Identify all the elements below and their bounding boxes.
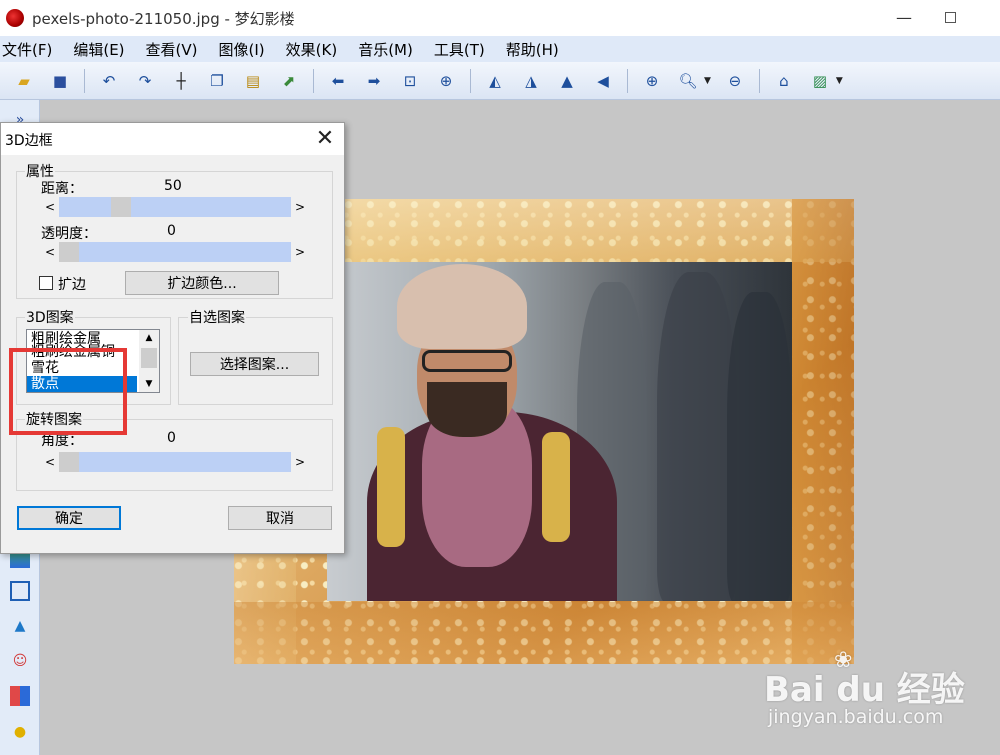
triangle-icon[interactable]: ▲ [10, 616, 30, 636]
rotate-icon[interactable]: ◀ [591, 69, 615, 93]
zoom-icon[interactable]: 🔍︎ [676, 69, 700, 93]
export-icon[interactable]: ⬈ [277, 69, 301, 93]
slider-left-arrow-icon[interactable]: < [41, 241, 59, 263]
menu-tools[interactable]: 工具(T) [434, 39, 485, 60]
menu-image[interactable]: 图像(I) [219, 39, 265, 60]
backpack-strap-right [542, 432, 570, 542]
angle-slider-track[interactable] [59, 452, 291, 472]
grid-icon[interactable] [10, 686, 30, 706]
undo-icon[interactable]: ↶ [97, 69, 121, 93]
save-icon[interactable]: ■ [48, 69, 72, 93]
capture-icon[interactable]: ⊕ [434, 69, 458, 93]
minimize-button[interactable]: — [882, 4, 926, 30]
slider-right-arrow-icon[interactable]: > [291, 241, 309, 263]
expand-checkbox[interactable] [39, 276, 53, 290]
zoom-out-icon[interactable]: ⊖ [723, 69, 747, 93]
opacity-slider[interactable]: < > [41, 241, 309, 263]
opacity-slider-thumb[interactable] [59, 242, 79, 262]
ok-button[interactable]: 确定 [17, 506, 121, 530]
window-title: pexels-photo-211050.jpg - 梦幻影楼 [32, 9, 295, 28]
border-3d-dialog: 3D边框 ✕ 属性 距离： 50 < > 透明度： 0 < > 扩边 扩边颜色.… [0, 122, 345, 554]
slider-right-arrow-icon[interactable]: > [291, 196, 309, 218]
watermark-url: jingyan.baidu.com [768, 706, 944, 728]
app-rose-icon [6, 9, 24, 27]
flip-left-icon[interactable]: ◭ [483, 69, 507, 93]
flip-right-icon[interactable]: ◮ [519, 69, 543, 93]
menu-music[interactable]: 音乐(M) [358, 39, 413, 60]
menu-help[interactable]: 帮助(H) [506, 39, 559, 60]
home-icon[interactable]: ⌂ [772, 69, 796, 93]
title-bar: pexels-photo-211050.jpg - 梦幻影楼 — [0, 0, 1000, 36]
zoom-in-icon[interactable]: ⊕ [640, 69, 664, 93]
background-person [657, 272, 737, 601]
menu-file[interactable]: 文件(F) [2, 39, 52, 60]
expand-label: 扩边 [58, 277, 86, 293]
redo-icon[interactable]: ↷ [133, 69, 157, 93]
mask-icon[interactable]: ☺ [10, 651, 30, 671]
distance-label: 距离： [41, 181, 83, 197]
person-beard [427, 382, 507, 437]
toolbar-separator [627, 68, 628, 93]
angle-value: 0 [167, 430, 176, 446]
angle-slider-thumb[interactable] [59, 452, 79, 472]
background-person [727, 292, 792, 601]
slider-left-arrow-icon[interactable]: < [41, 196, 59, 218]
distance-slider-track[interactable] [59, 197, 291, 217]
opacity-label: 透明度： [41, 226, 97, 242]
frame-right-border [792, 199, 854, 664]
scroll-up-icon[interactable]: ▲ [139, 330, 159, 346]
person-glasses [422, 350, 512, 372]
toolbar-separator [84, 68, 85, 93]
opacity-slider-track[interactable] [59, 242, 291, 262]
zoom-dropdown-icon[interactable]: ▼ [704, 76, 711, 86]
arrow-left-icon[interactable]: ⬅ [326, 69, 350, 93]
fit-window-icon[interactable]: ⊡ [398, 69, 422, 93]
image-dropdown-icon[interactable]: ▼ [836, 76, 843, 86]
mirror-icon[interactable]: ▲ [555, 69, 579, 93]
pattern-list-scrollbar[interactable]: ▲ ▼ [139, 330, 159, 392]
distance-value: 50 [164, 178, 182, 194]
annotation-highlight-box [9, 348, 127, 435]
frame-bottom-border [234, 602, 854, 664]
slider-right-arrow-icon[interactable]: > [291, 451, 309, 473]
custom-pattern-group-title: 自选图案 [188, 307, 246, 327]
angle-slider[interactable]: < > [41, 451, 309, 473]
menu-view[interactable]: 查看(V) [146, 39, 198, 60]
copy-icon[interactable]: ❐ [205, 69, 229, 93]
distance-slider-thumb[interactable] [111, 197, 131, 217]
open-folder-icon[interactable]: ▰ [12, 69, 36, 93]
maximize-button[interactable] [928, 4, 972, 30]
backpack-strap-left [377, 427, 405, 547]
toolbar-separator [470, 68, 471, 93]
toolbar-separator [758, 68, 760, 93]
select-pattern-button[interactable]: 选择图案... [190, 352, 319, 376]
crop-icon[interactable]: ┼ [169, 69, 193, 93]
arrow-right-icon[interactable]: ➡ [362, 69, 386, 93]
image-icon[interactable]: ▨ [808, 69, 832, 93]
scroll-down-icon[interactable]: ▼ [139, 376, 159, 392]
opacity-value: 0 [167, 223, 176, 239]
distance-slider[interactable]: < > [41, 196, 309, 218]
menu-edit[interactable]: 编辑(E) [73, 39, 124, 60]
dialog-title-bar: 3D边框 ✕ [1, 123, 344, 155]
maximize-icon [944, 11, 956, 23]
toolbar: ▰ ■ ↶ ↷ ┼ ❐ ▤ ⬈ ⬅ ➡ ⊡ ⊕ ◭ ◮ ▲ ◀ ⊕ 🔍︎ ▼ ⊖… [0, 62, 1000, 100]
watermark-logo: Bai du 经验 [764, 670, 965, 710]
frame-tool-icon[interactable] [10, 581, 30, 601]
pattern-group-title: 3D图案 [25, 307, 75, 327]
close-icon[interactable]: ✕ [311, 125, 339, 153]
paste-icon[interactable]: ▤ [241, 69, 265, 93]
photo [327, 262, 792, 601]
menu-bar: 文件(F) 编辑(E) 查看(V) 图像(I) 效果(K) 音乐(M) 工具(T… [0, 36, 1000, 62]
menu-effects[interactable]: 效果(K) [286, 39, 338, 60]
expand-color-button[interactable]: 扩边颜色... [125, 271, 279, 295]
scroll-thumb[interactable] [141, 348, 157, 368]
person-hat [397, 264, 527, 349]
toolbar-separator [313, 68, 314, 93]
dialog-title: 3D边框 [5, 133, 53, 149]
cancel-button[interactable]: 取消 [228, 506, 332, 530]
bulb-icon[interactable]: ● [10, 722, 30, 742]
slider-left-arrow-icon[interactable]: < [41, 451, 59, 473]
